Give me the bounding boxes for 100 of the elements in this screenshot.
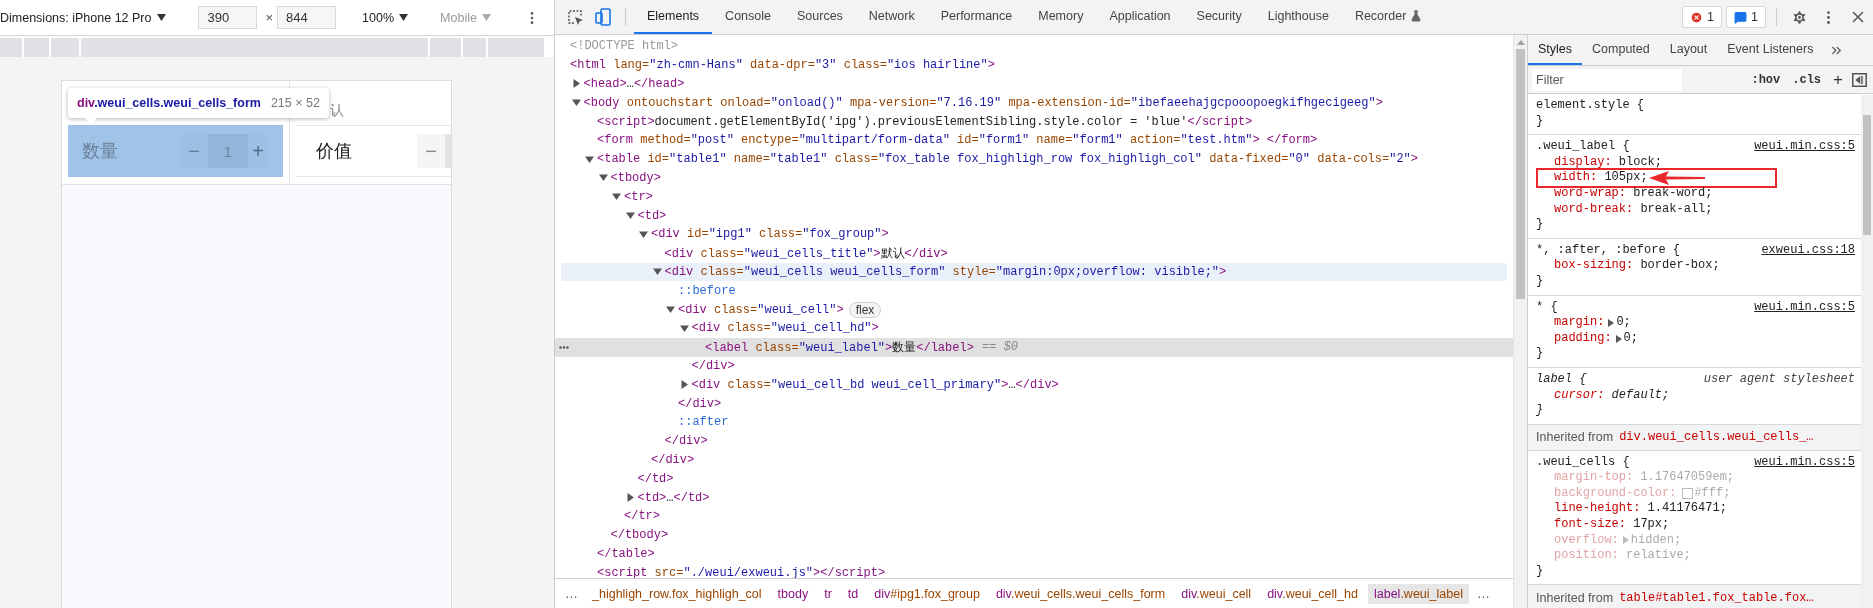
breadcrumb[interactable]: td [841,583,865,604]
dom-node-line[interactable]: <script src="./weui/exweui.js"></script> [597,565,886,578]
inherited-selector[interactable]: div.weui_cells.weui_cells_… [1619,430,1814,445]
closing-tag[interactable]: </div> [678,396,722,411]
breadcrumb[interactable]: div#ipg1.fox_group [868,583,986,604]
panel-tab[interactable]: Network [855,0,928,34]
panel-tab[interactable]: Security [1183,0,1255,34]
source-link[interactable]: weui.min.css:5 [1754,299,1855,316]
collapsed-arrow-icon[interactable] [679,380,689,390]
expanded-arrow-icon[interactable] [639,229,648,239]
message-count-badge[interactable]: 1 [1726,6,1766,28]
scrollbar[interactable] [1513,35,1527,608]
panel-tab[interactable]: Application [1096,0,1184,34]
more-crumbs-button[interactable]: … [1472,586,1494,601]
sidebar-tab[interactable]: Computed [1582,35,1660,65]
expand-icon[interactable] [1615,334,1622,343]
breadcrumb[interactable]: tbody [771,583,815,604]
hover-state-button[interactable]: :hov [1748,72,1784,87]
class-button[interactable]: .cls [1789,72,1825,87]
source-link[interactable]: weui.min.css:5 [1754,454,1855,471]
quantity-field[interactable] [445,134,451,168]
closing-tag[interactable]: </tbody> [610,528,669,543]
dom-node-line[interactable]: <div class="weui_cell"> [678,302,844,317]
more-icon[interactable] [559,345,569,349]
css-declaration[interactable]: width: 105px; [1554,170,1648,186]
dom-node-line[interactable]: <tr> [624,189,653,204]
breadcrumb[interactable]: div.weui_cell_hd [1261,583,1364,604]
panel-tab[interactable]: Sources [784,0,856,34]
device-dropdown[interactable]: Dimensions: iPhone 12 Pro [0,10,167,25]
expanded-arrow-icon[interactable] [612,192,621,202]
dom-node-line[interactable]: <div class="weui_cells_title">默认</div> [664,244,948,262]
expanded-arrow-icon[interactable] [679,323,689,333]
dom-node-line[interactable]: ::after [678,415,729,430]
color-swatch[interactable] [1682,488,1694,500]
dom-node-line[interactable]: <html lang="zh-cmn-Hans" data-dpr="3" class="ios hairline"> [570,58,995,73]
expanded-arrow-icon[interactable] [652,267,662,277]
expanded-arrow-icon[interactable] [571,98,581,108]
css-declaration[interactable]: word-break: break-all; [1554,201,1713,218]
source-link[interactable]: exweui.css:18 [1761,242,1855,259]
inherited-selector[interactable]: table#table1.fox_table.fox… [1619,590,1814,605]
expanded-arrow-icon[interactable] [666,305,675,315]
height-field[interactable]: 844 [277,6,337,29]
closing-tag[interactable]: </div> [664,434,708,449]
dom-node-line[interactable]: ::before [678,283,736,298]
dom-node-line[interactable]: <script>document.getElementById('ipg').previousElementSibling.style.color = 'blue'</script> [597,114,1253,129]
css-declaration[interactable]: padding: [1554,330,1612,347]
panel-tab[interactable]: Memory [1025,0,1097,34]
dom-node-line[interactable]: <tbody> [610,170,661,185]
breadcrumb[interactable]: div.weui_cell [1175,583,1258,604]
panel-tab[interactable]: Recorder [1341,0,1436,34]
width-field[interactable]: 390 [198,6,258,29]
dom-node-line[interactable]: <div id="ipg1" class="fox_group"> [651,227,889,242]
css-declaration[interactable]: word-wrap: break-word; [1554,185,1713,202]
dom-node-line[interactable]: <td>…</td> [637,490,710,505]
dom-node-line[interactable]: <label class="weui_label">数量</label> [705,338,974,356]
panel-tab[interactable]: Lighthouse [1254,0,1342,34]
error-count-badge[interactable]: 1 [1682,6,1723,28]
declaration-value[interactable]: 0; [1616,315,1631,331]
expanded-arrow-icon[interactable] [598,173,608,183]
dom-node-line[interactable]: <table id="table1" name="table1" class="fox_table fox_highligh_row fox_highligh_col" data-fixed="0" data-cols="2"> [597,152,1418,167]
closing-tag[interactable]: </div> [651,452,695,467]
panel-tab[interactable]: Console [712,0,784,34]
breadcrumb[interactable]: _highligh_row.fox_highligh_col [586,583,768,604]
breadcrumb[interactable]: tr [818,583,838,604]
dom-node-line[interactable]: <head>…</head> [583,77,685,91]
flex-badge[interactable]: flex [848,301,882,318]
dom-node-line[interactable]: <div class="weui_cell_bd weui_cell_primary">…</div> [691,377,1059,392]
more-crumbs-button[interactable]: … [561,586,582,601]
collapsed-arrow-icon[interactable] [571,79,581,89]
css-declaration[interactable]: display: block; [1554,154,1663,171]
closing-tag[interactable]: </div> [691,358,735,373]
css-declaration[interactable]: box-sizing: border-box; [1554,258,1720,274]
dom-node-line[interactable]: <form method="post" enctype="multipart/form-data" id="form1" name="form1" action="test.htm"> </form> [597,133,1318,148]
source-link[interactable]: weui.min.css:5 [1754,139,1855,155]
dom-node-line[interactable]: <td> [637,208,667,223]
panel-tab[interactable]: Performance [927,0,1026,34]
css-declaration[interactable]: margin: [1554,315,1605,331]
dom-node-line[interactable]: <div class="weui_cells weui_cells_form" style="margin:0px;overflow: visible;"> [664,264,1227,279]
sidebar-tab[interactable]: Event Listeners [1717,35,1824,65]
collapsed-arrow-icon[interactable] [625,493,635,502]
sidebar-tab[interactable]: Layout [1659,35,1718,65]
stylesheet-origin[interactable]: user agent stylesheet [1703,371,1855,388]
expand-icon[interactable] [1608,318,1615,327]
css-declaration[interactable]: font-size: 17px; [1554,517,1670,533]
breadcrumb[interactable]: div.weui_cells.weui_cells_form [989,583,1172,604]
zoom-dropdown[interactable]: 100% [356,9,415,26]
css-declaration[interactable]: line-height: 1.41176471; [1554,501,1727,518]
breadcrumb[interactable]: label.weui_label [1367,583,1469,604]
new-rule-button[interactable]: + [1830,71,1846,88]
declaration-value[interactable]: 0; [1623,330,1638,347]
dom-node-line[interactable]: <div class="weui_cell_hd"> [691,321,879,336]
selected-tree-row[interactable]: <label class="weui_label">数量</label> == $0 [555,337,1513,357]
css-declaration[interactable]: cursor: default; [1554,387,1670,404]
filter-field[interactable]: Filter [1532,68,1682,91]
closing-tag[interactable]: </td> [637,471,674,486]
expanded-arrow-icon[interactable] [585,154,594,164]
closing-tag[interactable]: </table> [597,546,655,561]
expanded-arrow-icon[interactable] [625,211,635,221]
closing-tag[interactable]: </tr> [624,509,660,524]
hovered-tree-row[interactable]: <div class="weui_cells weui_cells_form" style="margin:0px;overflow: visible;"> [561,262,1507,282]
